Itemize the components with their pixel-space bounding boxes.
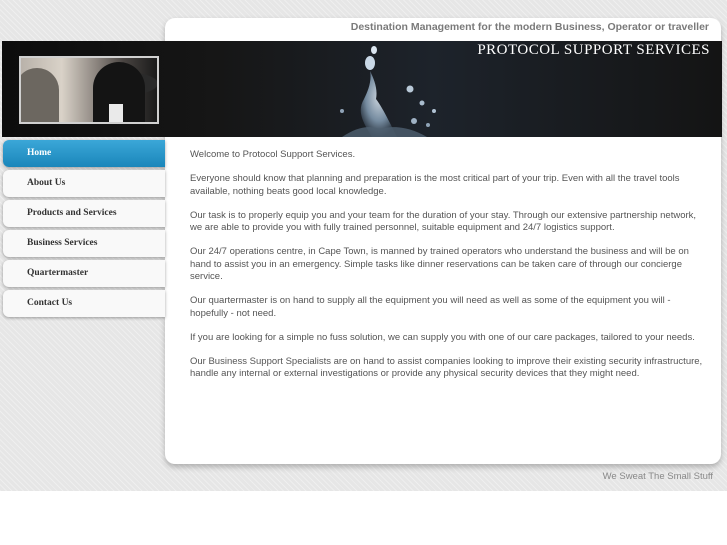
- banner-photo: [19, 56, 159, 124]
- content-paragraph: Our 24/7 operations centre, in Cape Town…: [190, 246, 689, 282]
- nav-label: Products and Services: [27, 208, 117, 218]
- content-paragraph: Our Business Support Specialists are on …: [190, 355, 703, 380]
- nav-item-about-us[interactable]: About Us: [3, 170, 165, 197]
- header-tagline: Destination Management for the modern Bu…: [350, 21, 709, 33]
- nav-label: Contact Us: [27, 298, 73, 308]
- main-content: Welcome to Protocol Support Services. Ev…: [190, 149, 705, 392]
- welcome-paragraph: Welcome to Protocol Support Services.: [190, 149, 356, 160]
- nav-label: About Us: [27, 178, 66, 188]
- content-paragraph: Everyone should know that planning and p…: [190, 173, 680, 197]
- content-paragraph: Our quartermaster is on hand to supply a…: [190, 295, 671, 319]
- nav-item-products-and-services[interactable]: Products and Services: [3, 200, 165, 227]
- nav-item-business-services[interactable]: Business Services: [3, 230, 165, 257]
- nav-label: Home: [27, 148, 52, 158]
- content-paragraph: Our task is to properly equip you and yo…: [190, 209, 697, 234]
- nav-item-quartermaster[interactable]: Quartermaster: [3, 260, 165, 287]
- footer-slogan: We Sweat The Small Stuff: [602, 471, 713, 482]
- brand-title: PROTOCOL SUPPORT SERVICES: [477, 42, 710, 58]
- nav-label: Quartermaster: [27, 268, 89, 278]
- nav-item-home[interactable]: Home: [3, 140, 165, 167]
- header-banner: PROTOCOL SUPPORT SERVICES: [2, 41, 722, 137]
- water-splash-graphic: [340, 46, 436, 137]
- content-paragraph: If you are looking for a simple no fuss …: [190, 331, 695, 343]
- nav-label: Business Services: [27, 238, 98, 248]
- nav-item-contact-us[interactable]: Contact Us: [3, 290, 165, 317]
- sidebar-nav: Home About Us Products and Services Busi…: [3, 140, 165, 320]
